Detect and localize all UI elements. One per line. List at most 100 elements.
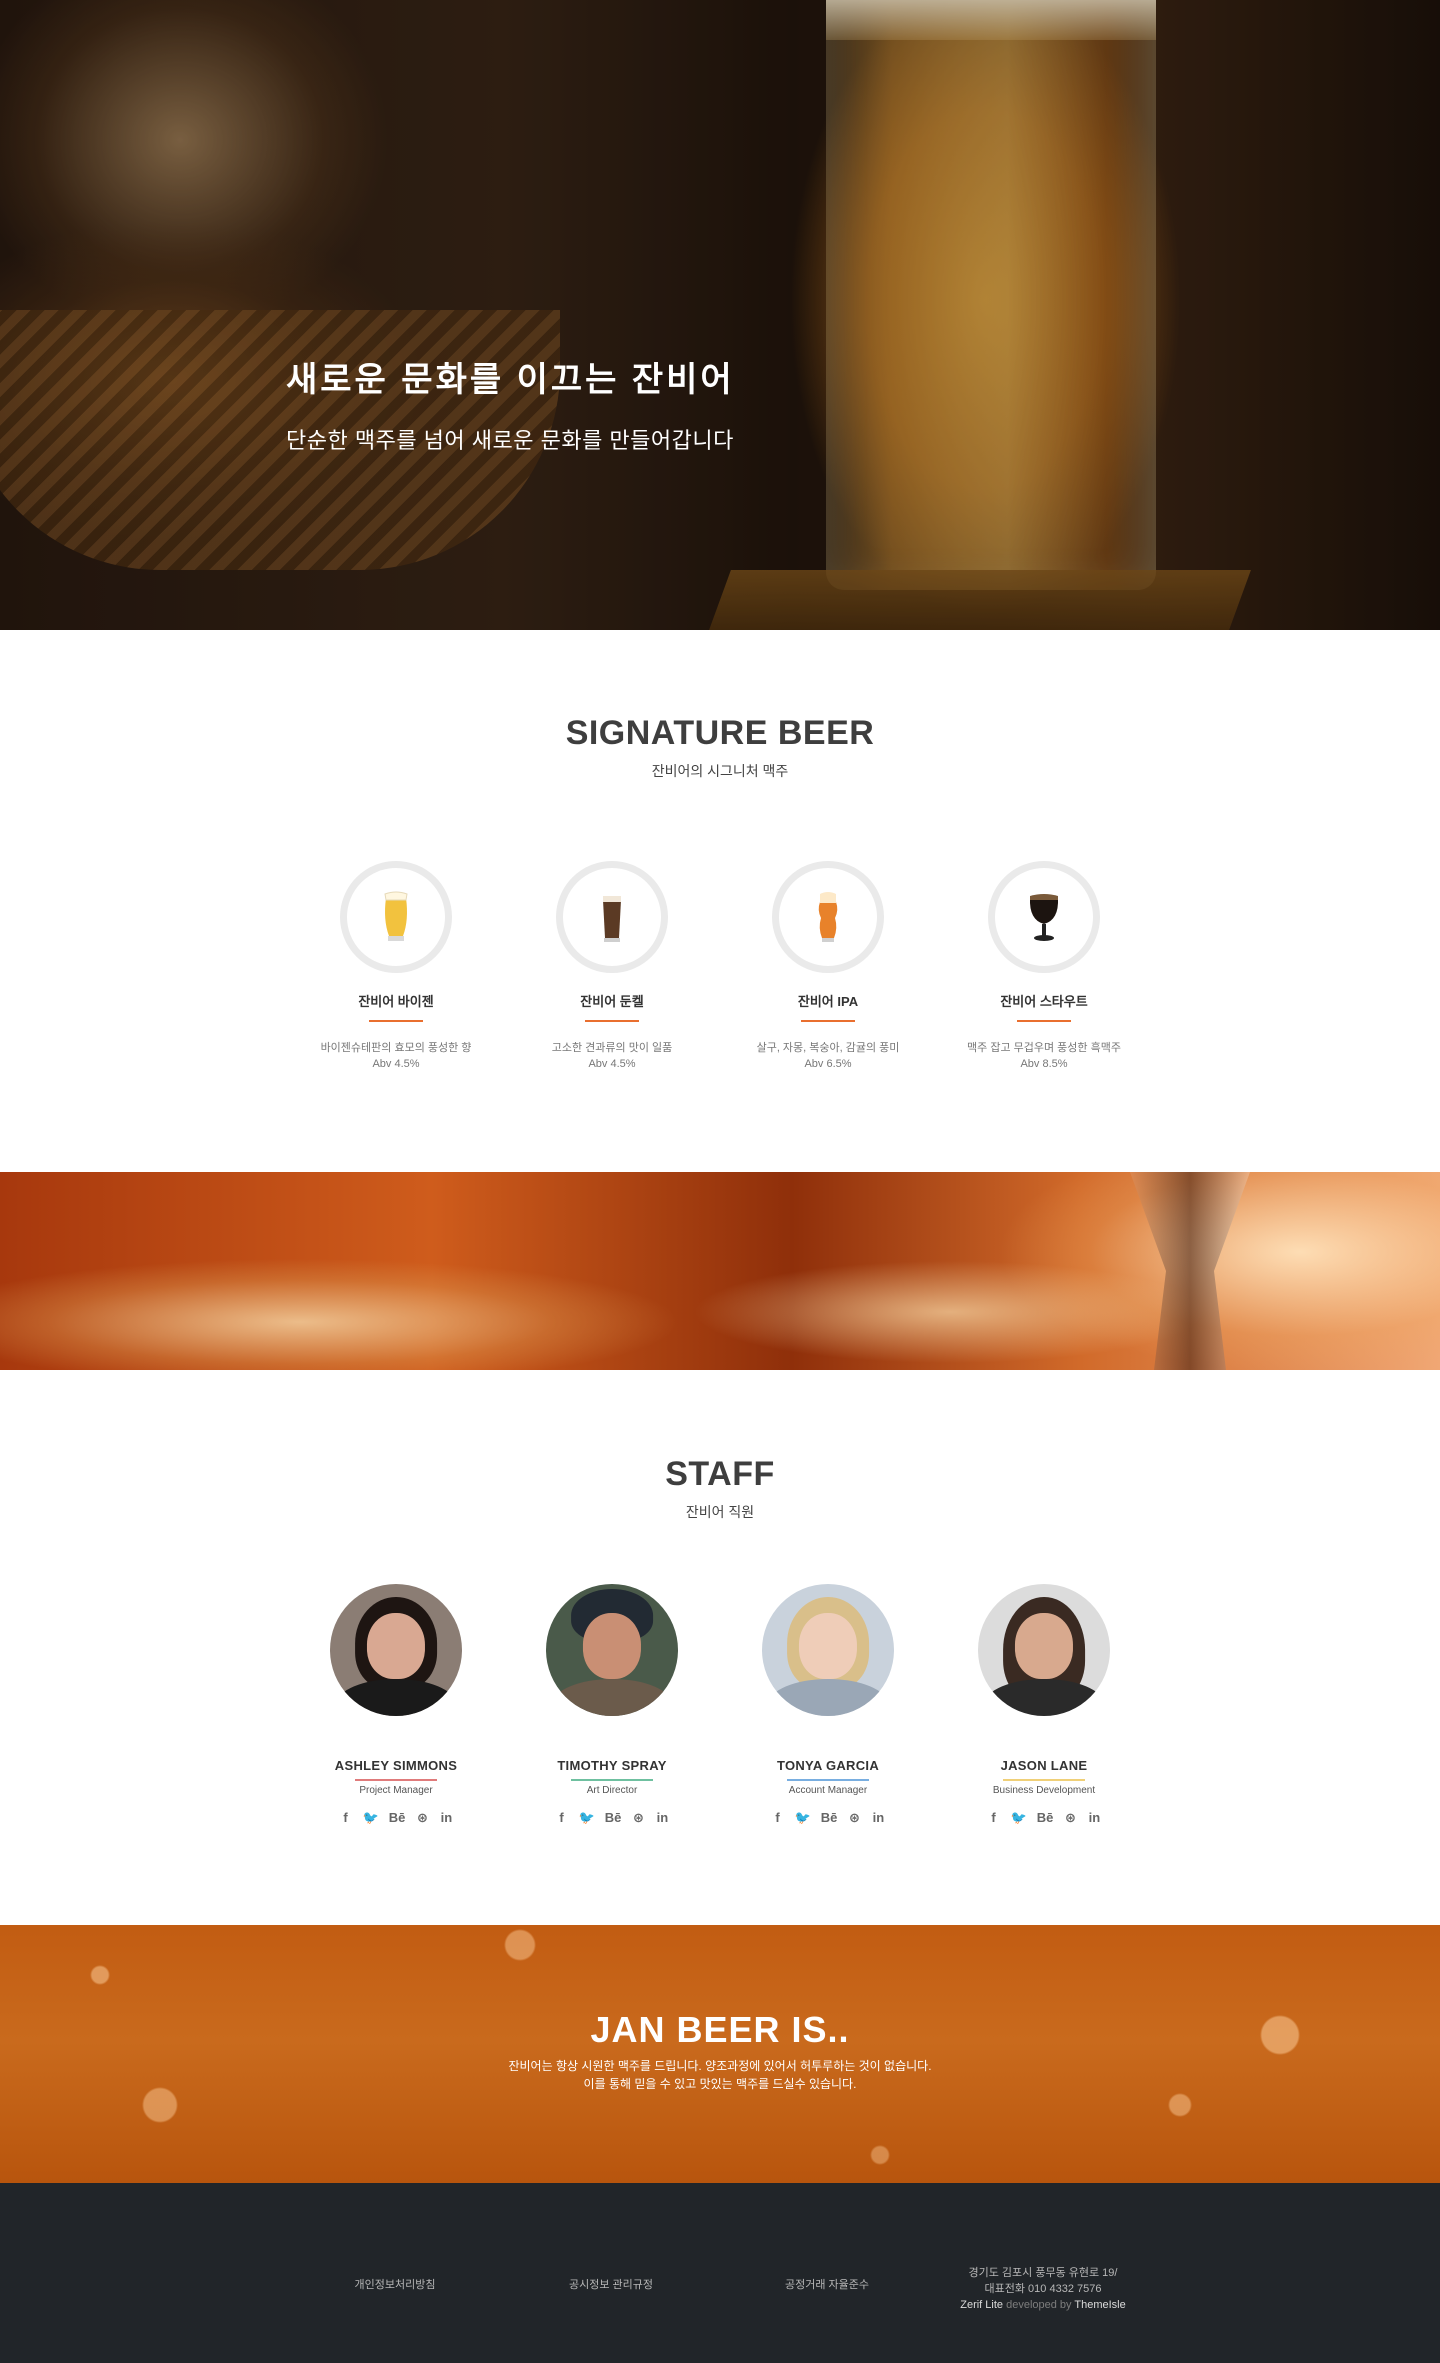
signature-beer-section: SIGNATURE BEER 잔비어의 시그니처 맥주 잔비어 바이젠 바이젠슈… bbox=[0, 630, 1440, 1172]
hero-section: 새로운 문화를 이끄는 잔비어 단순한 맥주를 넘어 새로운 문화를 만들어갑니… bbox=[0, 0, 1440, 630]
footer-address: 경기도 김포시 풍무동 유현로 19/ bbox=[968, 2267, 1118, 2279]
twitter-icon[interactable]: 🐦 bbox=[579, 1810, 595, 1826]
footer-link-disclosure[interactable]: 공시정보 관리규정 bbox=[503, 2265, 719, 2305]
facebook-icon[interactable]: f bbox=[987, 1810, 1001, 1826]
staff-card: TONYA GARCIA Account Manager f 🐦 Bē ⊛ in bbox=[720, 1584, 936, 1826]
staff-card: TIMOTHY SPRAY Art Director f 🐦 Bē ⊛ in bbox=[504, 1584, 720, 1826]
footer: 개인정보처리방침 공시정보 관리규정 공정거래 자율준수 경기도 김포시 풍무동… bbox=[0, 2183, 1440, 2363]
beer-name: 잔비어 둔켈 bbox=[580, 994, 644, 1009]
footer-links: 개인정보처리방침 공시정보 관리규정 공정거래 자율준수 경기도 김포시 풍무동… bbox=[0, 2265, 1440, 2311]
beer-abv: Abv 8.5% bbox=[1020, 1058, 1068, 1070]
hero-overlay bbox=[0, 0, 1440, 630]
pizza-banner-image bbox=[0, 1172, 1440, 1370]
beer-description: 살구, 자몽, 복숭아, 감귤의 풍미 bbox=[756, 1042, 900, 1054]
wheat-beer-glass-icon bbox=[384, 891, 408, 941]
staff-list: ASHLEY SIMMONS Project Manager f 🐦 Bē ⊛ … bbox=[0, 1584, 1440, 1826]
signature-title: SIGNATURE BEER bbox=[565, 714, 875, 752]
beer-divider bbox=[585, 1020, 639, 1022]
ipa-glass-icon bbox=[818, 892, 838, 942]
beer-abv: Abv 6.5% bbox=[804, 1058, 852, 1070]
hero-text: 새로운 문화를 이끄는 잔비어 단순한 맥주를 넘어 새로운 문화를 만들어갑니… bbox=[286, 352, 735, 455]
beer-card[interactable]: 잔비어 스타우트 맥주 잡고 무겁우며 풍성한 흑맥주 Abv 8.5% bbox=[936, 861, 1152, 1072]
footer-link-fair-trade[interactable]: 공정거래 자율준수 bbox=[719, 2265, 935, 2305]
behance-icon[interactable]: Bē bbox=[1037, 1810, 1054, 1826]
behance-icon[interactable]: Bē bbox=[389, 1810, 406, 1826]
behance-icon[interactable]: Bē bbox=[605, 1810, 622, 1826]
facebook-icon[interactable]: f bbox=[771, 1810, 785, 1826]
footer-credit-mid: developed by bbox=[1003, 2299, 1075, 2311]
staff-name: JASON LANE bbox=[1000, 1758, 1088, 1773]
hero-subtitle: 단순한 맥주를 넘어 새로운 문화를 만들어갑니다 bbox=[286, 428, 734, 453]
beer-icon-circle bbox=[988, 861, 1100, 973]
staff-card: JASON LANE Business Development f 🐦 Bē ⊛… bbox=[936, 1584, 1152, 1826]
linkedin-icon[interactable]: in bbox=[655, 1810, 669, 1826]
avatar bbox=[762, 1584, 894, 1716]
twitter-icon[interactable]: 🐦 bbox=[795, 1810, 811, 1826]
beer-list: 잔비어 바이젠 바이젠슈테판의 효모의 풍성한 향 Abv 4.5% 잔비어 둔… bbox=[0, 861, 1440, 1072]
social-links: f 🐦 Bē ⊛ in bbox=[936, 1810, 1152, 1826]
staff-role: Account Manager bbox=[788, 1785, 868, 1796]
linkedin-icon[interactable]: in bbox=[439, 1810, 453, 1826]
footer-address-block: 경기도 김포시 풍무동 유현로 19/ 대표전화 010 4332 7576 Z… bbox=[935, 2265, 1151, 2313]
beer-abv: Abv 4.5% bbox=[588, 1058, 636, 1070]
staff-divider bbox=[571, 1779, 653, 1781]
social-links: f 🐦 Bē ⊛ in bbox=[720, 1810, 936, 1826]
twitter-icon[interactable]: 🐦 bbox=[1011, 1810, 1027, 1826]
beer-divider bbox=[1017, 1020, 1071, 1022]
about-section: JAN BEER IS.. 잔비어는 항상 시원한 맥주를 드립니다. 양조과정… bbox=[0, 1925, 1440, 2183]
hero-title: 새로운 문화를 이끄는 잔비어 bbox=[286, 361, 735, 399]
dribbble-icon[interactable]: ⊛ bbox=[415, 1810, 429, 1826]
staff-name: TIMOTHY SPRAY bbox=[557, 1758, 667, 1773]
dark-lager-glass-icon bbox=[603, 896, 621, 942]
facebook-icon[interactable]: f bbox=[555, 1810, 569, 1826]
footer-credit-brand[interactable]: Zerif Lite bbox=[960, 2299, 1003, 2311]
staff-role: Business Development bbox=[992, 1785, 1096, 1796]
stout-glass-icon bbox=[1029, 894, 1059, 941]
beer-card[interactable]: 잔비어 바이젠 바이젠슈테판의 효모의 풍성한 향 Abv 4.5% bbox=[288, 861, 504, 1072]
footer-credit-author[interactable]: ThemeIsle bbox=[1074, 2299, 1125, 2311]
linkedin-icon[interactable]: in bbox=[871, 1810, 885, 1826]
avatar bbox=[546, 1584, 678, 1716]
about-text-line-2: 이를 통해 믿을 수 있고 맛있는 맥주를 드실수 있습니다. bbox=[583, 2077, 857, 2091]
beer-name: 잔비어 바이젠 bbox=[358, 994, 434, 1009]
beer-icon-circle bbox=[340, 861, 452, 973]
signature-subtitle: 잔비어의 시그니처 맥주 bbox=[651, 763, 789, 779]
dribbble-icon[interactable]: ⊛ bbox=[631, 1810, 645, 1826]
dribbble-icon[interactable]: ⊛ bbox=[847, 1810, 861, 1826]
footer-link-privacy[interactable]: 개인정보처리방침 bbox=[287, 2265, 503, 2305]
about-title: JAN BEER IS.. bbox=[590, 2009, 850, 2050]
beer-icon-circle bbox=[772, 861, 884, 973]
staff-subtitle: 잔비어 직원 bbox=[685, 1504, 755, 1520]
behance-icon[interactable]: Bē bbox=[821, 1810, 838, 1826]
beer-name: 잔비어 스타우트 bbox=[1000, 994, 1088, 1009]
beer-description: 고소한 견과류의 맛이 일품 bbox=[551, 1042, 673, 1054]
social-links: f 🐦 Bē ⊛ in bbox=[504, 1810, 720, 1826]
facebook-icon[interactable]: f bbox=[339, 1810, 353, 1826]
beer-icon-circle bbox=[556, 861, 668, 973]
staff-title: STAFF bbox=[665, 1455, 775, 1493]
beer-divider bbox=[801, 1020, 855, 1022]
staff-divider bbox=[787, 1779, 869, 1781]
staff-role: Project Manager bbox=[359, 1785, 433, 1796]
avatar bbox=[978, 1584, 1110, 1716]
footer-credit: Zerif Lite developed by ThemeIsle bbox=[935, 2297, 1151, 2313]
beer-abv: Abv 4.5% bbox=[372, 1058, 420, 1070]
staff-divider bbox=[1003, 1779, 1085, 1781]
glass-stem bbox=[1130, 1172, 1250, 1370]
social-links: f 🐦 Bē ⊛ in bbox=[288, 1810, 504, 1826]
about-text-line-1: 잔비어는 항상 시원한 맥주를 드립니다. 양조과정에 있어서 허투루하는 것이… bbox=[508, 2059, 932, 2073]
staff-card: ASHLEY SIMMONS Project Manager f 🐦 Bē ⊛ … bbox=[288, 1584, 504, 1826]
staff-name: ASHLEY SIMMONS bbox=[334, 1758, 458, 1773]
beer-name: 잔비어 IPA bbox=[797, 994, 859, 1009]
beer-description: 바이젠슈테판의 효모의 풍성한 향 bbox=[320, 1042, 472, 1054]
beer-divider bbox=[369, 1020, 423, 1022]
twitter-icon[interactable]: 🐦 bbox=[363, 1810, 379, 1826]
dribbble-icon[interactable]: ⊛ bbox=[1063, 1810, 1077, 1826]
beer-description: 맥주 잡고 무겁우며 풍성한 흑맥주 bbox=[967, 1042, 1121, 1054]
staff-divider bbox=[355, 1779, 437, 1781]
avatar bbox=[330, 1584, 462, 1716]
staff-name: TONYA GARCIA bbox=[776, 1758, 880, 1773]
beer-card[interactable]: 잔비어 IPA 살구, 자몽, 복숭아, 감귤의 풍미 Abv 6.5% bbox=[720, 861, 936, 1072]
linkedin-icon[interactable]: in bbox=[1087, 1810, 1101, 1826]
beer-card[interactable]: 잔비어 둔켈 고소한 견과류의 맛이 일품 Abv 4.5% bbox=[504, 861, 720, 1072]
